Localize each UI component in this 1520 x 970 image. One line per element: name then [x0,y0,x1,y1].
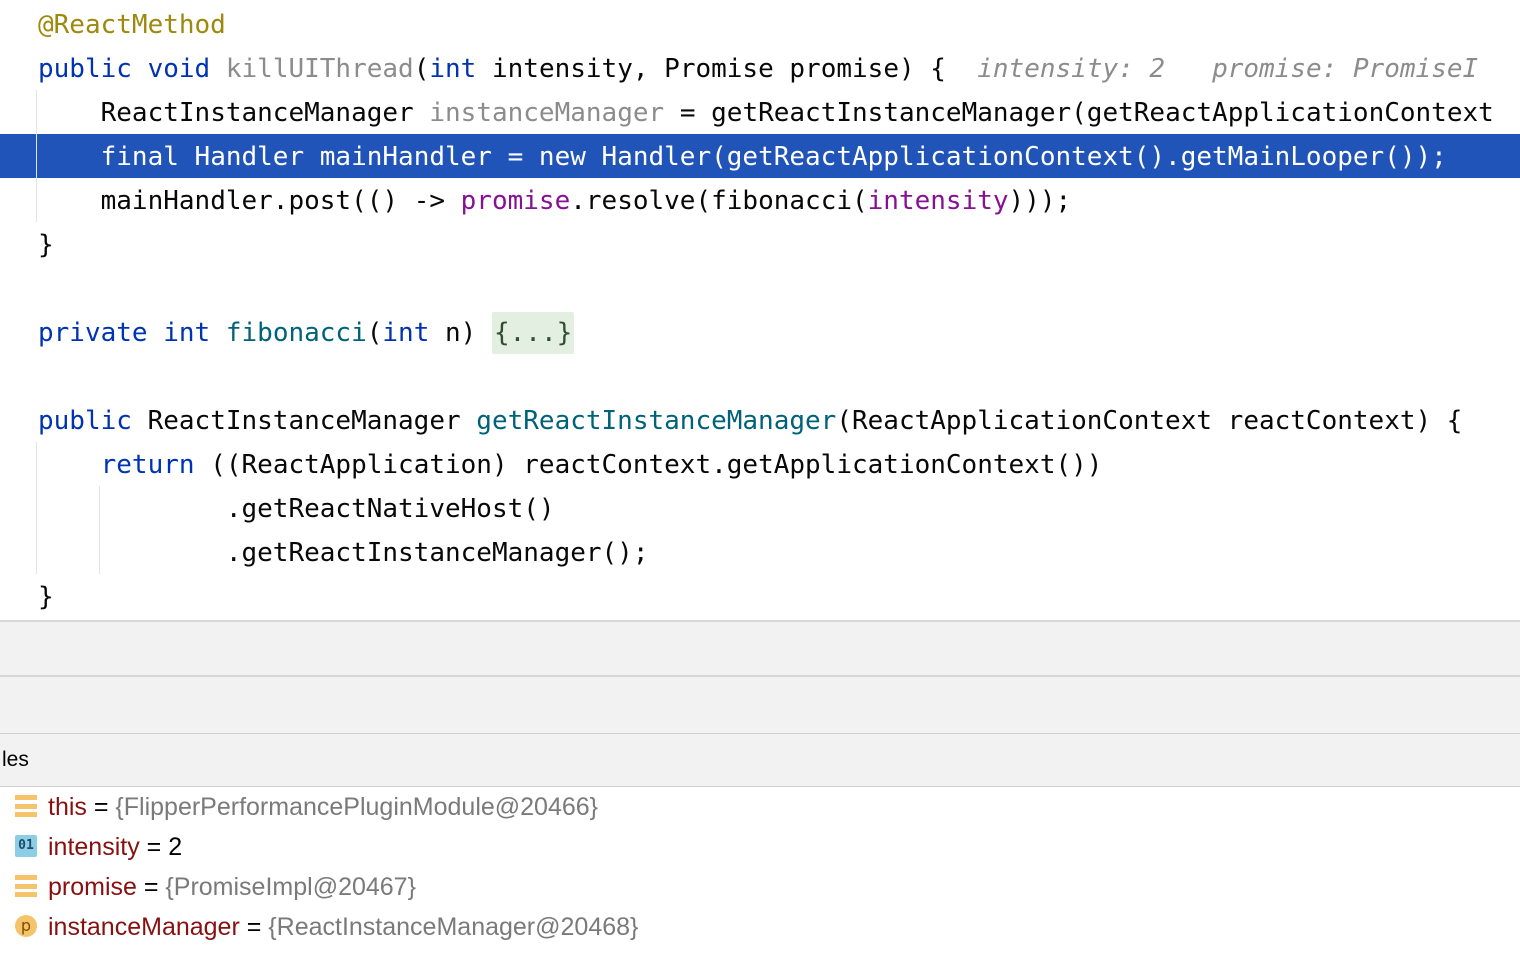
annotation-token: @ReactMethod [38,10,226,40]
variable-name: instanceManager [48,913,240,941]
variable-name: promise [48,873,137,901]
code-line-instance-manager[interactable]: ReactInstanceManager instanceManager = g… [38,91,1494,135]
code-line-return[interactable]: return ((ReactApplication) reactContext.… [38,443,1103,487]
code-text: ((ReactApplication) reactContext.getAppl… [194,450,1103,480]
keyword-public: public [38,406,132,436]
keyword-private: private [38,318,148,348]
parameter-icon: p [15,915,37,937]
equals-sign: = [136,873,166,901]
closing-brace: } [38,230,54,260]
keyword-public: public [38,54,132,84]
indent-guide [36,442,37,574]
code-line-method-signature[interactable]: public void killUIThread(int intensity, … [38,47,1478,91]
code-line-instance-manager-call[interactable]: .getReactInstanceManager(); [38,531,649,575]
code-text: ))); [1008,186,1072,216]
paren: ( [413,54,430,84]
keyword-int: int [429,54,477,84]
variable-value: {PromiseImpl@20467} [165,873,416,901]
code-line-close-brace[interactable]: } [38,223,54,267]
method-name: fibonacci [225,318,367,348]
field-icon [15,875,37,897]
equals-sign: = [139,833,169,861]
assignment-text: = getReactInstanceManager(getReactApplic… [664,98,1494,128]
primitive-icon: 01 [15,835,37,857]
captured-variable-promise: promise [460,186,571,216]
variable-value: 2 [168,833,183,861]
params-text: n) [429,318,492,348]
params-text: intensity, Promise promise) { [476,54,946,84]
variable-value: {ReactInstanceManager@20468} [268,913,639,941]
code-line-current-execution[interactable]: final Handler mainHandler = new Handler(… [38,135,1447,179]
variables-panel-title: les [2,748,29,771]
folded-code-block[interactable]: {...} [492,312,575,354]
code-line-native-host[interactable]: .getReactNativeHost() [38,487,555,531]
code-line-close-brace[interactable]: } [38,575,54,619]
equals-sign: = [86,793,116,821]
method-name: killUIThread [225,54,414,84]
field-icon [15,795,37,817]
variable-value: {FlipperPerformancePluginModule@20466} [115,793,599,821]
keyword-int: int [163,318,211,348]
equals-sign: = [239,913,269,941]
code-line-annotation[interactable]: @ReactMethod [38,3,226,47]
unused-variable: instanceManager [429,98,665,128]
keyword-int: int [382,318,430,348]
code-line-get-instance-manager[interactable]: public ReactInstanceManager getReactInst… [38,399,1462,443]
inline-value-hint-promise: promise: PromiseI [1212,54,1479,84]
variables-tree[interactable]: this = {FlipperPerformancePluginModule@2… [0,787,1520,970]
variable-name: intensity [48,833,140,861]
debugger-toolbar [0,620,1520,675]
type-name: ReactInstanceManager [100,98,414,128]
variables-panel-header: les [0,733,1520,788]
variable-name: this [48,793,87,821]
keyword-void: void [147,54,211,84]
closing-brace: } [38,582,54,612]
code-line-post[interactable]: mainHandler.post(() -> promise.resolve(f… [38,179,1072,223]
code-line-fibonacci[interactable]: private int fibonacci(int n) {...} [38,311,575,355]
code-text: mainHandler.post(() -> [100,186,461,216]
code-text: .getReactNativeHost() [225,494,555,524]
inline-value-hint-intensity: intensity: 2 [977,54,1166,84]
execution-line-text: final Handler mainHandler = new Handler(… [100,142,1447,172]
code-text: .resolve(fibonacci( [570,186,868,216]
type-name: ReactInstanceManager [131,406,477,436]
code-editor[interactable]: @ReactMethod public void killUIThread(in… [0,0,1520,620]
params-text: (ReactApplicationContext reactContext) { [836,406,1463,436]
method-name: getReactInstanceManager [476,406,837,436]
code-text: .getReactInstanceManager(); [225,538,649,568]
debugger-frames-bar [0,675,1520,733]
keyword-return: return [100,450,195,480]
paren: ( [366,318,383,348]
captured-variable-intensity: intensity [867,186,1009,216]
indent-guide [36,90,37,222]
